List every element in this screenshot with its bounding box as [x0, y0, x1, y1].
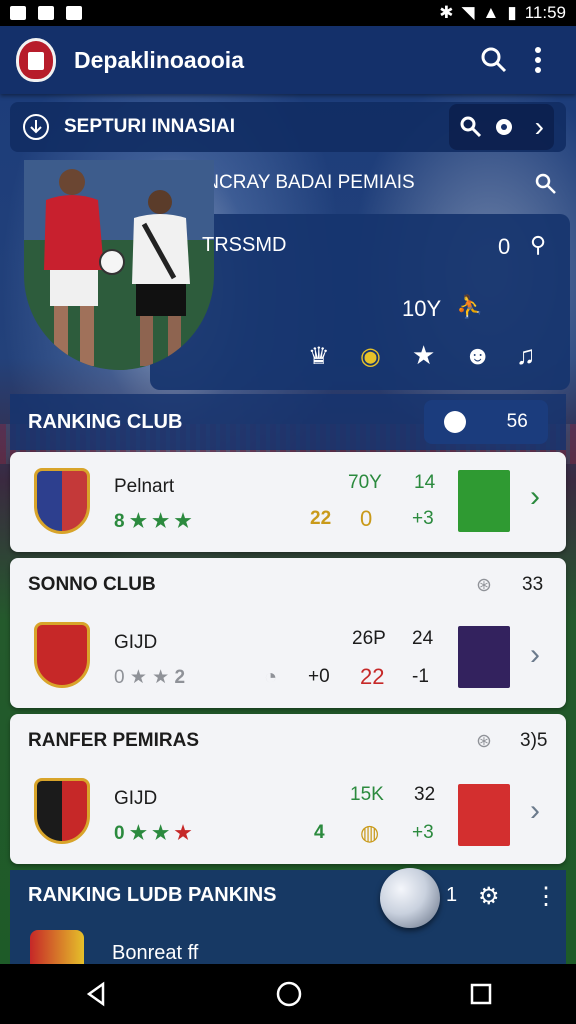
stat-d: +0 [308, 666, 330, 687]
stat-b: 32 [414, 784, 436, 805]
stat-c: 22 [310, 508, 332, 529]
medal-icon: ◍ [360, 820, 380, 845]
star-icon[interactable]: ★ [412, 340, 435, 371]
more-vert-icon[interactable]: ⋮ [534, 882, 558, 911]
section-actions: › [448, 104, 554, 150]
battery-icon: ▮ [507, 3, 517, 22]
sponsor-crest [458, 470, 510, 532]
overflow-menu-button[interactable] [516, 38, 560, 82]
club-name: GIJD [114, 788, 158, 809]
home-icon[interactable] [275, 980, 303, 1008]
section-bar: SEPTURI INNASIAI › [10, 102, 566, 152]
hero-title: INCRAY BADAI PEMIAIS [200, 172, 415, 193]
gear-icon[interactable]: ⚙ [478, 882, 500, 911]
rating-prefix: 0 [114, 823, 125, 844]
sponsor-crest [458, 626, 510, 688]
search-button[interactable] [472, 38, 516, 82]
ranking-header: RANKING CLUB 56 [10, 394, 566, 450]
hero-row-value: 0 [498, 234, 511, 259]
stat-d: 0 [360, 506, 373, 531]
stat-a: 70Y [348, 472, 382, 493]
clock-icon [444, 411, 467, 433]
card-header: RANFER PEMIRAS [28, 730, 200, 751]
club-crest [34, 468, 90, 534]
signal-icon: ▲ [482, 3, 500, 22]
club-card[interactable]: RANFER PEMIRAS ⊛ 3)5 GIJD 0 ★ ★ ★ 15K 32… [10, 714, 566, 864]
wifi-icon: ◥ [461, 3, 475, 22]
app-bar: Depaklinoaooia [0, 26, 576, 94]
section-value: 1 [446, 884, 458, 906]
upload-icon [66, 6, 82, 20]
stat-b: 24 [412, 628, 434, 649]
stat-b: 14 [414, 472, 436, 493]
club-crest [30, 930, 84, 964]
club-logo[interactable] [16, 38, 56, 82]
rating: 0 ★ ★ ★ [114, 823, 192, 844]
status-bar: ✱ ◥ ▲ ▮ 11:59 [0, 0, 576, 26]
soccer-ball-icon[interactable] [380, 868, 440, 928]
settings-icon[interactable]: ⊛ [476, 730, 492, 753]
clock: 11:59 [524, 3, 566, 22]
sponsor-crest [458, 784, 510, 846]
settings-icon[interactable]: ⊛ [476, 574, 492, 597]
app-title: Depaklinoaooia [74, 46, 244, 73]
gear-icon[interactable] [491, 114, 517, 140]
section-title: RANKING LUDB PANKINS [28, 884, 277, 906]
notification-icon [38, 6, 54, 20]
filter-icon[interactable]: ⚲ [530, 232, 546, 258]
chevron-right-icon[interactable]: › [530, 638, 540, 672]
ranking-title: RANKING CLUB [28, 410, 183, 433]
stat-c: 4 [314, 822, 325, 843]
stat-a: 26P [352, 628, 386, 649]
search-icon [481, 47, 507, 73]
rating: 8 ★ ★ ★ [114, 511, 192, 532]
runner-icon: ⛹ [456, 294, 484, 319]
back-icon[interactable] [83, 981, 109, 1007]
club-name: GIJD [114, 632, 158, 653]
chevron-right-icon[interactable]: › [530, 480, 540, 514]
club-name: Bonreat ff [112, 942, 199, 964]
stat-a: 15K [350, 784, 384, 805]
player-icon[interactable]: ☻ [464, 340, 491, 371]
players-image [24, 160, 214, 370]
chevron-right-icon[interactable]: › [535, 111, 544, 143]
hero-row-label: TRSSMD [202, 234, 287, 256]
download-circle-icon[interactable] [22, 113, 50, 141]
timer-icon: ◔ [264, 664, 278, 689]
recents-icon[interactable] [469, 982, 493, 1006]
section-title: SEPTURI INNASIAI [64, 116, 236, 137]
club-card[interactable]: Pelnart 8 ★ ★ ★ 70Y 14 22 0 +3 › [10, 452, 566, 552]
club-card[interactable]: SONNO CLUB ⊛ 33 GIJD 0 ★ ★ 2 26P 24 ◔ +0… [10, 558, 566, 708]
club-name: Pelnart [114, 476, 175, 497]
card-header: SONNO CLUB [28, 574, 156, 595]
rating-prefix: 0 [114, 667, 125, 688]
rating-prefix: 8 [114, 511, 125, 532]
ranking-value: 56 [506, 411, 528, 432]
search-icon[interactable] [459, 115, 483, 139]
rating: 0 ★ ★ 2 [114, 667, 186, 688]
stat-d: +3 [412, 822, 434, 843]
chevron-right-icon[interactable]: › [530, 794, 540, 828]
system-nav-bar [0, 964, 576, 1024]
trophy-icon[interactable]: ♛ [308, 342, 330, 371]
stat-e: -1 [412, 666, 429, 687]
club-crest [34, 778, 90, 844]
more-vert-icon [535, 47, 541, 73]
stat-c: 22 [360, 664, 385, 689]
chart-icon[interactable]: ♫ [516, 340, 536, 371]
club-crest [34, 622, 90, 688]
card-header-value: 33 [522, 574, 544, 595]
bluetooth-icon: ✱ [439, 3, 454, 22]
medal-icon[interactable]: ◉ [360, 342, 381, 371]
card-header-value: 3)5 [520, 730, 548, 751]
ranking-badge[interactable]: 56 [424, 400, 548, 444]
search-icon[interactable] [534, 172, 558, 196]
hero-stat-value: 10Y [402, 296, 442, 321]
gallery-icon [10, 6, 26, 20]
stat-e: +3 [412, 508, 434, 529]
